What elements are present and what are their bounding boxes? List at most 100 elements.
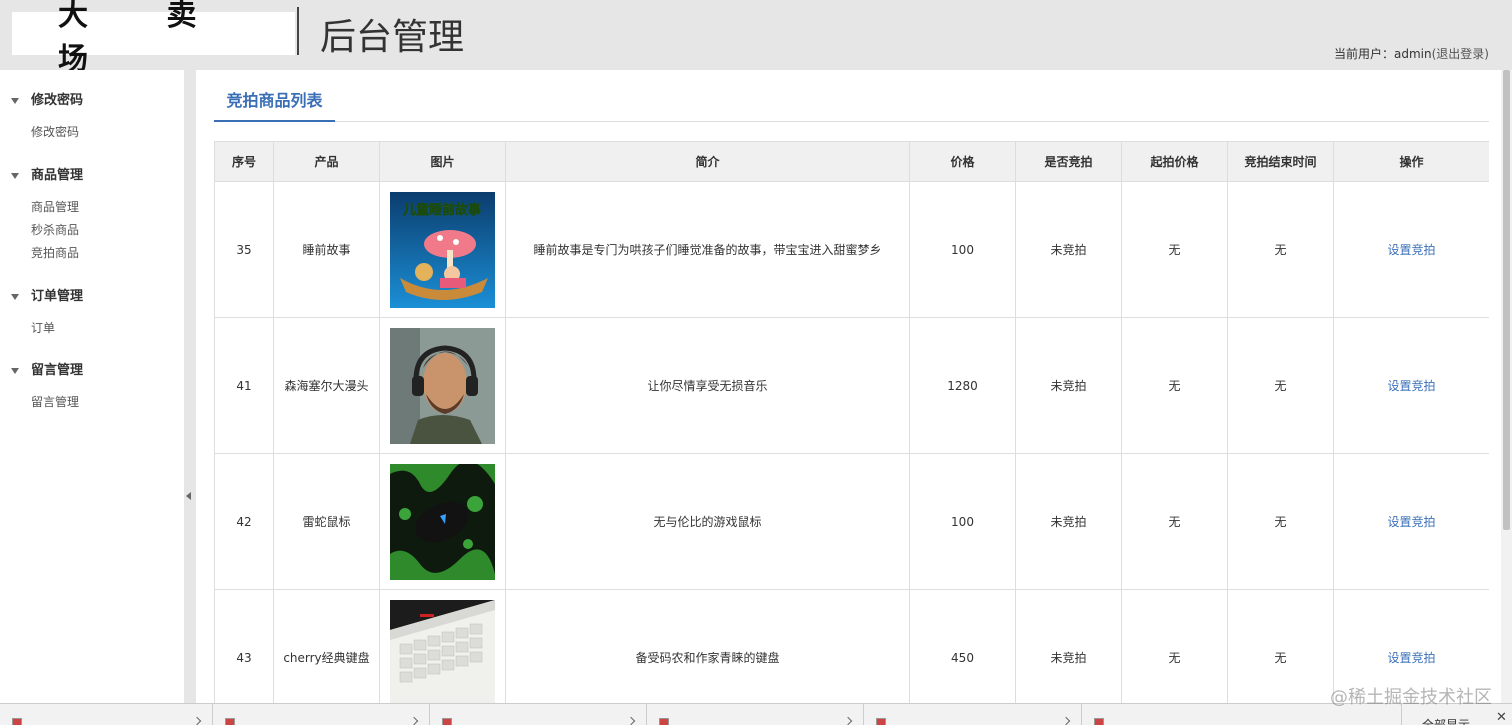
nav-group-password: 修改密码 修改密码 (0, 90, 184, 144)
chevron-down-icon[interactable] (192, 716, 202, 725)
file-icon (225, 718, 235, 725)
table-row: 41 森海塞尔大漫头 让你尽情享受无损音乐 1280 未竞拍 无 无 设置竞拍 (214, 317, 1489, 454)
sidebar-splitter[interactable] (184, 70, 196, 703)
product-image-keyboard (390, 599, 495, 703)
cell-auction-status: 未竞拍 (1015, 453, 1122, 590)
cell-price: 100 (909, 181, 1016, 318)
cell-end-time: 无 (1227, 181, 1334, 318)
nav-group-title-orders[interactable]: 订单管理 (0, 286, 184, 308)
table-header-row: 序号 产品 图片 简介 价格 是否竞拍 起拍价格 竞拍结束时间 操作 (214, 141, 1489, 182)
set-auction-link[interactable]: 设置竞拍 (1387, 651, 1435, 665)
cell-image (379, 589, 506, 703)
file-icon (442, 718, 452, 725)
cell-product: 森海塞尔大漫头 (273, 317, 380, 454)
chevron-down-icon[interactable] (409, 716, 419, 725)
sidebar-item-product-management[interactable]: 商品管理 (0, 196, 184, 219)
sidebar-item-flash-sale[interactable]: 秒杀商品 (0, 219, 184, 242)
chevron-down-icon[interactable] (843, 716, 853, 725)
column-header: 竞拍结束时间 (1227, 141, 1334, 182)
cell-end-time: 无 (1227, 317, 1334, 454)
nav-group-title-products[interactable]: 商品管理 (0, 165, 184, 187)
set-auction-link[interactable]: 设置竞拍 (1387, 243, 1435, 257)
column-header: 价格 (909, 141, 1016, 182)
sidebar-item-orders[interactable]: 订单 (0, 317, 184, 340)
column-header: 产品 (273, 141, 380, 182)
sidebar-item-change-password[interactable]: 修改密码 (0, 121, 184, 144)
cell-intro: 让你尽情享受无损音乐 (505, 317, 910, 454)
table-row: 35 睡前故事 儿童睡前故事 睡前故事是专门为哄孩子们睡觉准备的故事，带宝宝进入… (214, 181, 1489, 318)
tab-auction-products[interactable]: 竞拍商品列表 (214, 84, 335, 122)
download-item[interactable] (0, 704, 213, 725)
download-bar: 全部显示 ✕ (0, 703, 1512, 725)
cell-auction-status: 未竞拍 (1015, 317, 1122, 454)
caret-down-icon (11, 173, 19, 179)
chevron-down-icon[interactable] (1061, 716, 1071, 725)
file-icon (12, 718, 22, 725)
cell-intro: 备受码农和作家青睐的键盘 (505, 589, 910, 703)
download-item[interactable] (430, 704, 647, 725)
table-row: 43 cherry经典键盘 备受码农和作家青睐的键盘 450 未竞拍 无 无 设… (214, 589, 1489, 703)
sidebar: 修改密码 修改密码 商品管理 商品管理 秒杀商品 竞拍商品 订单管理 订单 留言… (0, 70, 184, 703)
nav-group-title-password[interactable]: 修改密码 (0, 90, 184, 112)
header-divider (297, 7, 299, 55)
logo-text: 大 卖 场 (58, 0, 231, 77)
auction-products-table: 序号 产品 图片 简介 价格 是否竞拍 起拍价格 竞拍结束时间 操作 35 睡前… (214, 141, 1489, 703)
cell-price: 450 (909, 589, 1016, 703)
tab-bar: 竞拍商品列表 (214, 84, 1489, 122)
file-icon (1094, 718, 1104, 725)
logout-link[interactable]: (退出登录) (1432, 47, 1489, 61)
nav-group-title-messages[interactable]: 留言管理 (0, 360, 184, 382)
nav-group-label: 订单管理 (31, 289, 84, 304)
cell-image (379, 453, 506, 590)
column-header: 操作 (1333, 141, 1489, 182)
cell-intro: 睡前故事是专门为哄孩子们睡觉准备的故事，带宝宝进入甜蜜梦乡 (505, 181, 910, 318)
cell-product: 睡前故事 (273, 181, 380, 318)
chevron-down-icon[interactable] (626, 716, 636, 725)
show-all-downloads-button[interactable]: 全部显示 (1422, 716, 1470, 725)
cell-action: 设置竞拍 (1333, 181, 1489, 318)
auction-table-container: 序号 产品 图片 简介 价格 是否竞拍 起拍价格 竞拍结束时间 操作 35 睡前… (214, 141, 1489, 703)
caret-down-icon (11, 368, 19, 374)
main-content: 竞拍商品列表 序号 产品 图片 简介 价格 是否竞拍 起拍价格 竞拍结束时间 操… (196, 70, 1512, 703)
collapse-sidebar-icon[interactable] (186, 492, 191, 500)
sidebar-item-messages[interactable]: 留言管理 (0, 391, 184, 414)
download-item[interactable] (213, 704, 430, 725)
current-user-label: 当前用户：admin (1334, 47, 1432, 61)
cell-intro: 无与伦比的游戏鼠标 (505, 453, 910, 590)
cell-auction-status: 未竞拍 (1015, 181, 1122, 318)
cell-id: 42 (214, 453, 274, 590)
download-item[interactable] (864, 704, 1082, 725)
column-header: 简介 (505, 141, 910, 182)
product-image-headphones (390, 327, 495, 444)
page-title: 后台管理 (320, 17, 465, 58)
sidebar-item-auction-products[interactable]: 竞拍商品 (0, 242, 184, 265)
cell-id: 35 (214, 181, 274, 318)
caret-down-icon (11, 294, 19, 300)
set-auction-link[interactable]: 设置竞拍 (1387, 379, 1435, 393)
cell-action: 设置竞拍 (1333, 317, 1489, 454)
cell-start-price: 无 (1121, 589, 1228, 703)
app-header: 大 卖 场 后台管理 当前用户：admin(退出登录) (0, 0, 1512, 77)
vertical-scrollbar[interactable] (1501, 70, 1512, 703)
product-image-mouse (390, 463, 495, 580)
cell-product: 雷蛇鼠标 (273, 453, 380, 590)
cell-image: 儿童睡前故事 (379, 181, 506, 318)
set-auction-link[interactable]: 设置竞拍 (1387, 515, 1435, 529)
logo: 大 卖 场 (12, 0, 295, 77)
download-item[interactable] (647, 704, 864, 725)
caret-down-icon (11, 98, 19, 104)
close-icon[interactable]: ✕ (1496, 710, 1507, 725)
cell-price: 100 (909, 453, 1016, 590)
column-header: 图片 (379, 141, 506, 182)
cell-start-price: 无 (1121, 317, 1228, 454)
column-header: 是否竞拍 (1015, 141, 1122, 182)
cell-start-price: 无 (1121, 181, 1228, 318)
column-header: 起拍价格 (1121, 141, 1228, 182)
cell-action: 设置竞拍 (1333, 453, 1489, 590)
scrollbar-thumb[interactable] (1503, 70, 1510, 530)
cell-id: 43 (214, 589, 274, 703)
file-icon (876, 718, 886, 725)
watermark: @稀土掘金技术社区 (1330, 687, 1492, 708)
nav-group-orders: 订单管理 订单 (0, 286, 184, 340)
product-image-bedtime-story: 儿童睡前故事 (390, 191, 495, 308)
